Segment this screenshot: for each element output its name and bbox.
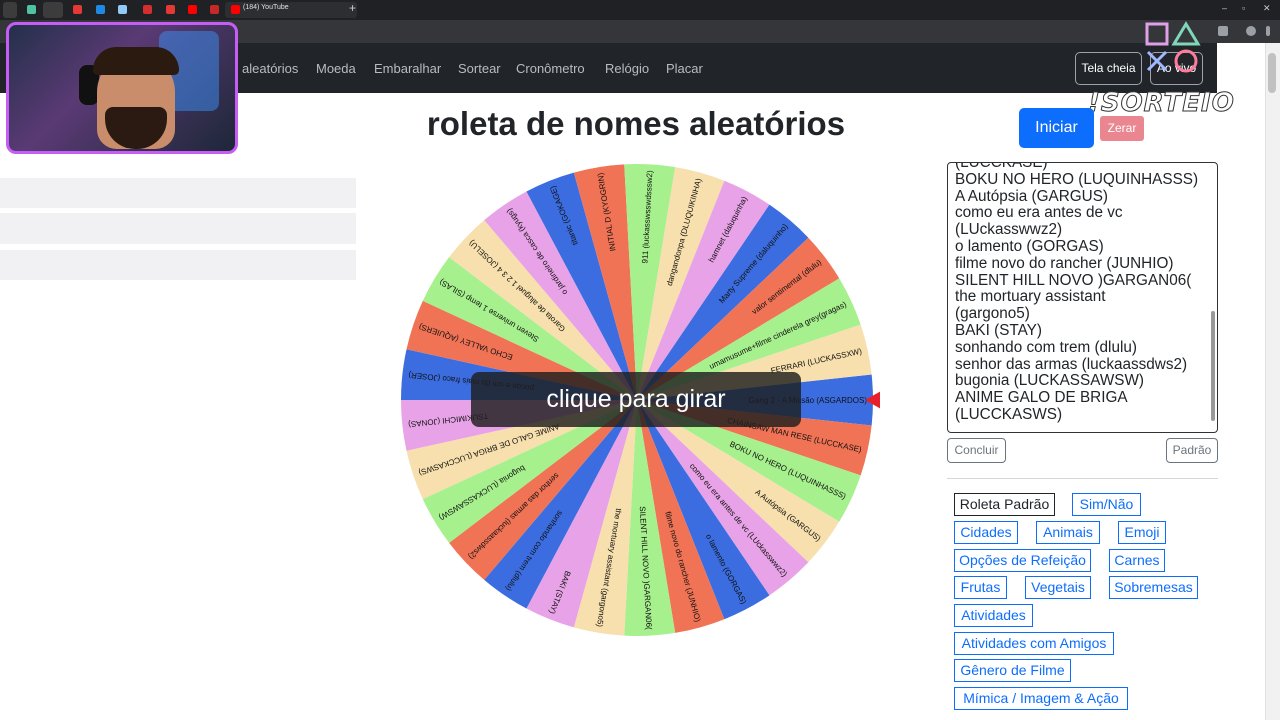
- tab-favicon[interactable]: [96, 5, 105, 14]
- preset-emoji[interactable]: Emoji: [1118, 521, 1166, 544]
- tab-search-button[interactable]: [3, 2, 17, 18]
- page-scrollbar[interactable]: [1265, 43, 1280, 720]
- nav-link-aleatorios[interactable]: aleatórios: [242, 61, 298, 76]
- tab-favicon[interactable]: [73, 5, 82, 14]
- youtube-icon: [231, 5, 240, 14]
- preset-atividades-amigos[interactable]: Atividades com Amigos: [954, 632, 1114, 655]
- spin-prompt[interactable]: clique para girar: [471, 372, 801, 427]
- extension-icon[interactable]: [1218, 26, 1228, 36]
- preset-frutas[interactable]: Frutas: [954, 576, 1007, 599]
- nav-link-cronometro[interactable]: Cronômetro: [516, 61, 585, 76]
- tab-favicon[interactable]: [210, 5, 219, 14]
- tab-title: (184) YouTube: [243, 4, 289, 11]
- preset-atividades[interactable]: Atividades: [954, 604, 1033, 627]
- nav-link-placar[interactable]: Placar: [666, 61, 703, 76]
- page-scrollbar-thumb[interactable]: [1268, 53, 1276, 93]
- tab-favicon[interactable]: [118, 5, 127, 14]
- page-title: roleta de nomes aleatórios: [426, 105, 846, 142]
- tab-favicon[interactable]: [143, 5, 152, 14]
- nav-link-relogio[interactable]: Relógio: [605, 61, 649, 76]
- preset-roleta-padrao[interactable]: Roleta Padrão: [954, 493, 1055, 516]
- names-textarea-scrollbar[interactable]: [1211, 311, 1215, 421]
- nav-link-sortear[interactable]: Sortear: [458, 61, 501, 76]
- divider: [947, 478, 1218, 479]
- tab-favicon[interactable]: [188, 5, 197, 14]
- nav-link-embaralhar[interactable]: Embaralhar: [374, 61, 441, 76]
- reset-button[interactable]: Zerar: [1100, 116, 1144, 141]
- preset-animais[interactable]: Animais: [1036, 521, 1100, 544]
- new-tab-icon[interactable]: +: [349, 1, 356, 15]
- names-textarea-content[interactable]: (LUCCKASE) BOKU NO HERO (LUQUINHASSS) A …: [955, 163, 1205, 424]
- sorteio-logo: !SORTEIO: [1088, 88, 1235, 119]
- tab-favicon[interactable]: [166, 5, 175, 14]
- menu-kebab-icon[interactable]: [1266, 26, 1270, 36]
- webcam-hair: [93, 47, 179, 75]
- webcam-overlay: [6, 22, 238, 154]
- tab-favicon[interactable]: [27, 5, 36, 14]
- preset-vegetais[interactable]: Vegetais: [1025, 576, 1091, 599]
- tab-active[interactable]: [43, 2, 63, 18]
- preset-sim-nao[interactable]: Sim/Não: [1072, 493, 1141, 516]
- minimize-icon[interactable]: –: [1222, 3, 1227, 13]
- preset-sobremesas[interactable]: Sobremesas: [1109, 576, 1198, 599]
- playstation-buttons-logo: [1145, 21, 1201, 73]
- nav-link-moeda[interactable]: Moeda: [316, 61, 356, 76]
- maximize-icon[interactable]: ▫: [1242, 3, 1245, 13]
- names-textarea[interactable]: (LUCCKASE) BOKU NO HERO (LUQUINHASSS) A …: [947, 162, 1218, 433]
- conclude-button[interactable]: Concluir: [947, 438, 1006, 463]
- preset-opcoes-refeicao[interactable]: Opções de Refeição: [954, 549, 1091, 572]
- preset-carnes[interactable]: Carnes: [1109, 549, 1165, 572]
- profile-avatar[interactable]: [1246, 26, 1256, 36]
- chat-overlay-message: [0, 226, 356, 244]
- fullscreen-button[interactable]: Tela cheia: [1075, 52, 1142, 85]
- preset-genero-filme[interactable]: Gênero de Filme: [954, 659, 1071, 682]
- chat-overlay-message: [0, 190, 356, 208]
- preset-cidades[interactable]: Cidades: [954, 521, 1018, 544]
- preset-mimica[interactable]: Mímica / Imagem & Ação: [954, 687, 1128, 710]
- chat-overlay-message: [0, 262, 356, 280]
- start-button[interactable]: Iniciar: [1019, 108, 1094, 148]
- default-button[interactable]: Padrão: [1166, 438, 1218, 463]
- close-window-icon[interactable]: ✕: [1263, 3, 1271, 14]
- browser-tab-bar: (184) YouTube + – ▫ ✕: [0, 0, 1280, 20]
